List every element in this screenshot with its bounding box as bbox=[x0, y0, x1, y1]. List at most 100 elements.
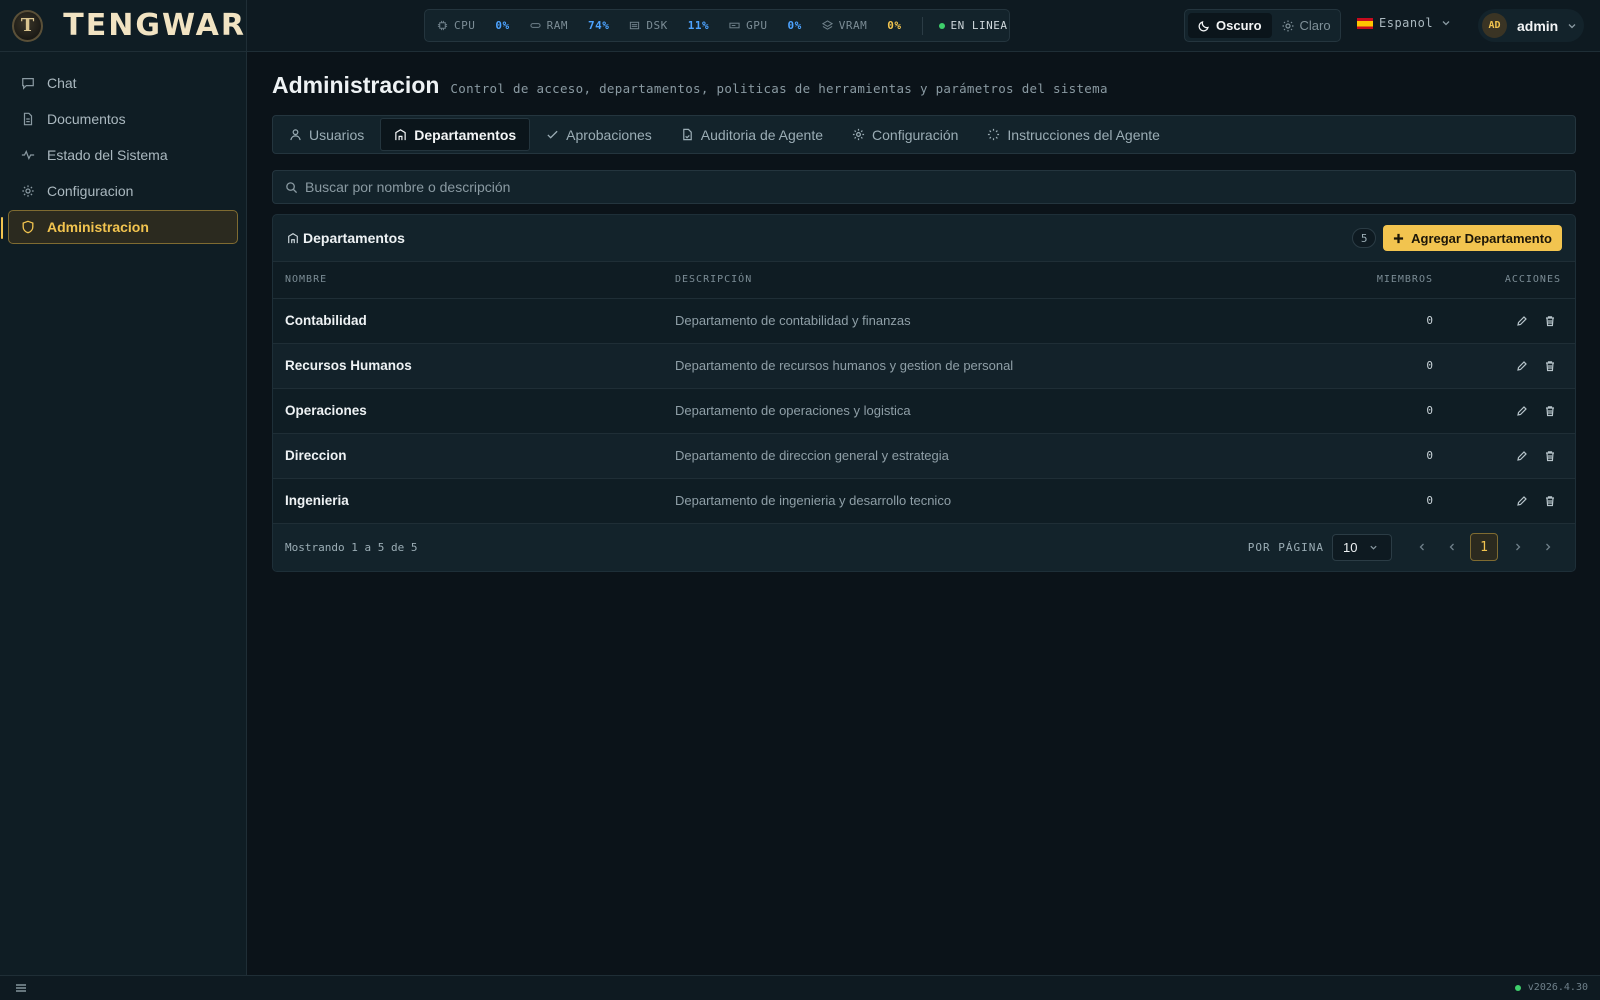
trash-icon[interactable] bbox=[1539, 310, 1561, 332]
tab-aprobaciones[interactable]: Aprobaciones bbox=[533, 118, 665, 151]
metric-label: RAM bbox=[546, 19, 568, 32]
department-name: Direccion bbox=[285, 448, 347, 463]
sidebar-item-documentos[interactable]: Documentos bbox=[8, 102, 238, 136]
trash-icon[interactable] bbox=[1539, 445, 1561, 467]
table-row[interactable]: Ingenieria Departamento de ingenieria y … bbox=[273, 478, 1575, 523]
search-input[interactable] bbox=[305, 179, 1505, 195]
plus-icon bbox=[1393, 233, 1411, 244]
chevron-double-right-icon bbox=[1543, 542, 1553, 552]
metric-label: GPU bbox=[746, 19, 768, 32]
next-page-button[interactable] bbox=[1504, 533, 1532, 561]
tab-configuracion[interactable]: Configuración bbox=[839, 118, 971, 151]
building-icon bbox=[394, 128, 414, 141]
tab-usuarios[interactable]: Usuarios bbox=[276, 118, 377, 151]
tab-label: Auditoria de Agente bbox=[700, 126, 824, 143]
theme-light-button[interactable]: Claro bbox=[1272, 13, 1341, 38]
online-status: EN LINEA bbox=[938, 19, 1008, 32]
admin-tabs: Usuarios Departamentos Aprobaciones Audi… bbox=[272, 115, 1576, 154]
table-row[interactable]: Contabilidad Departamento de contabilida… bbox=[273, 298, 1575, 343]
theme-dark-button[interactable]: Oscuro bbox=[1188, 13, 1272, 38]
metric-vram: VRAM 0% bbox=[821, 19, 902, 32]
column-header-members[interactable]: MIEMBROS bbox=[1325, 262, 1445, 299]
row-actions bbox=[1445, 343, 1575, 388]
pagination-bar: Mostrando 1 a 5 de 5 POR PÁGINA 10 1 bbox=[273, 523, 1575, 571]
tab-label: Aprobaciones bbox=[566, 126, 652, 143]
metric-value: 11% bbox=[687, 19, 710, 32]
departments-panel: Departamentos 5 Agregar Departamento NOM… bbox=[272, 214, 1576, 572]
layers-icon bbox=[821, 20, 839, 31]
edit-icon[interactable] bbox=[1511, 445, 1533, 467]
page-title: Administracion bbox=[272, 72, 440, 98]
metric-label: VRAM bbox=[838, 19, 868, 32]
sidebar-item-configuracion[interactable]: Configuracion bbox=[8, 174, 238, 208]
document-icon bbox=[21, 112, 47, 126]
metric-dsk: DSK 11% bbox=[629, 19, 709, 32]
sidebar-item-label: Documentos bbox=[47, 111, 126, 127]
department-name: Ingenieria bbox=[285, 493, 349, 508]
menu-icon[interactable] bbox=[15, 982, 27, 994]
tab-label: Usuarios bbox=[309, 126, 365, 143]
trash-icon[interactable] bbox=[1539, 355, 1561, 377]
sidebar-item-label: Administracion bbox=[47, 219, 149, 235]
edit-icon[interactable] bbox=[1511, 310, 1533, 332]
brand-logo: T bbox=[12, 9, 44, 42]
sidebar: T TENGWAR Chat Documentos Estado del Sis… bbox=[0, 0, 247, 975]
table-row[interactable]: Recursos Humanos Departamento de recurso… bbox=[273, 343, 1575, 388]
department-members: 0 bbox=[1426, 404, 1433, 417]
tab-label: Configuración bbox=[872, 126, 959, 143]
column-header-name[interactable]: NOMBRE bbox=[273, 262, 675, 299]
language-selector[interactable]: Espanol bbox=[1357, 16, 1451, 30]
department-members: 0 bbox=[1426, 449, 1433, 462]
main-content: Administracion Control de acceso, depart… bbox=[272, 52, 1576, 572]
theme-dark-label: Oscuro bbox=[1216, 18, 1262, 33]
user-menu[interactable]: AD admin bbox=[1478, 9, 1584, 42]
add-department-button[interactable]: Agregar Departamento bbox=[1383, 225, 1562, 251]
sidebar-item-chat[interactable]: Chat bbox=[8, 66, 238, 100]
sidebar-item-estado-del-sistema[interactable]: Estado del Sistema bbox=[8, 138, 238, 172]
brand[interactable]: T TENGWAR bbox=[0, 0, 246, 52]
tab-instrucciones-del-agente[interactable]: Instrucciones del Agente bbox=[974, 118, 1173, 151]
page-header: Administracion Control de acceso, depart… bbox=[272, 72, 1576, 102]
trash-icon[interactable] bbox=[1539, 400, 1561, 422]
status-label: EN LINEA bbox=[950, 19, 1008, 32]
last-page-button[interactable] bbox=[1534, 533, 1562, 561]
trash-icon[interactable] bbox=[1539, 490, 1561, 512]
sidebar-item-administracion[interactable]: Administracion bbox=[1, 210, 238, 244]
file-audit-icon bbox=[681, 128, 701, 141]
column-header-actions: ACCIONES bbox=[1445, 262, 1575, 299]
gear-icon bbox=[852, 128, 872, 141]
gear-icon bbox=[21, 184, 47, 198]
moon-icon bbox=[1198, 20, 1216, 32]
table-row[interactable]: Direccion Departamento de direccion gene… bbox=[273, 433, 1575, 478]
edit-icon[interactable] bbox=[1511, 490, 1533, 512]
check-icon bbox=[546, 128, 566, 141]
gpu-icon bbox=[729, 20, 746, 31]
edit-icon[interactable] bbox=[1511, 355, 1533, 377]
activity-icon bbox=[21, 148, 47, 162]
per-page-select[interactable]: 10 bbox=[1332, 533, 1392, 561]
system-metrics: CPU 0% RAM 74% DSK 11% GPU 0% VRAM 0% EN… bbox=[424, 9, 1010, 42]
sidebar-item-label: Chat bbox=[47, 75, 77, 91]
department-name: Contabilidad bbox=[285, 313, 367, 328]
edit-icon[interactable] bbox=[1511, 400, 1533, 422]
table-header-row: NOMBRE DESCRIPCIÓN MIEMBROS ACCIONES bbox=[273, 262, 1575, 299]
table-row[interactable]: Operaciones Departamento de operaciones … bbox=[273, 388, 1575, 433]
prev-page-button[interactable] bbox=[1438, 533, 1466, 561]
metric-value: 0% bbox=[887, 19, 902, 32]
version-label: v2026.4.30 bbox=[1527, 982, 1588, 993]
current-page-button[interactable]: 1 bbox=[1470, 533, 1498, 561]
tab-auditoria-de-agente[interactable]: Auditoria de Agente bbox=[668, 118, 836, 151]
departments-table: NOMBRE DESCRIPCIÓN MIEMBROS ACCIONES Con… bbox=[273, 262, 1575, 524]
tab-departamentos[interactable]: Departamentos bbox=[380, 118, 531, 151]
column-header-description[interactable]: DESCRIPCIÓN bbox=[675, 262, 1325, 299]
avatar: AD bbox=[1482, 13, 1507, 38]
bottom-bar: v2026.4.30 bbox=[0, 975, 1600, 1000]
tab-label: Departamentos bbox=[414, 126, 517, 143]
chevron-down-icon bbox=[1558, 21, 1577, 31]
chevron-down-icon bbox=[1433, 18, 1451, 28]
tab-label: Instrucciones del Agente bbox=[1007, 126, 1160, 143]
first-page-button[interactable] bbox=[1408, 533, 1436, 561]
sidebar-item-label: Estado del Sistema bbox=[47, 147, 168, 163]
cpu-icon bbox=[437, 20, 454, 31]
spain-flag-icon bbox=[1357, 17, 1373, 29]
